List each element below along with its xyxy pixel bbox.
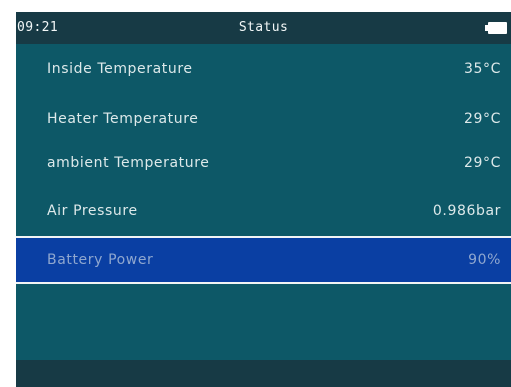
bottom-bar [16, 360, 511, 387]
status-row-air-pressure[interactable]: Air Pressure 0.986bar [16, 188, 511, 234]
row-label: Heater Temperature [47, 111, 199, 127]
status-row-ambient-temperature[interactable]: ambient Temperature 29°C [16, 140, 511, 186]
status-row-inside-temperature[interactable]: Inside Temperature 35°C [16, 46, 511, 92]
status-bar: 09:21 Status [16, 12, 511, 44]
status-row-heater-temperature[interactable]: Heater Temperature 29°C [16, 96, 511, 142]
battery-icon [485, 22, 507, 34]
status-row-battery-power[interactable]: Battery Power 90% [16, 236, 511, 284]
screen-title: Status [238, 20, 289, 35]
row-value: 29°C [464, 111, 501, 127]
device-screen: 09:21 Status Inside Temperature 35°C Hea… [16, 12, 511, 387]
row-label: ambient Temperature [47, 155, 210, 171]
row-value: 35°C [464, 61, 501, 77]
row-value: 90% [468, 252, 501, 268]
row-label: Air Pressure [47, 203, 138, 219]
row-value: 29°C [464, 155, 501, 171]
row-value: 0.986bar [432, 203, 501, 219]
row-label: Battery Power [47, 252, 154, 268]
row-label: Inside Temperature [47, 61, 193, 77]
